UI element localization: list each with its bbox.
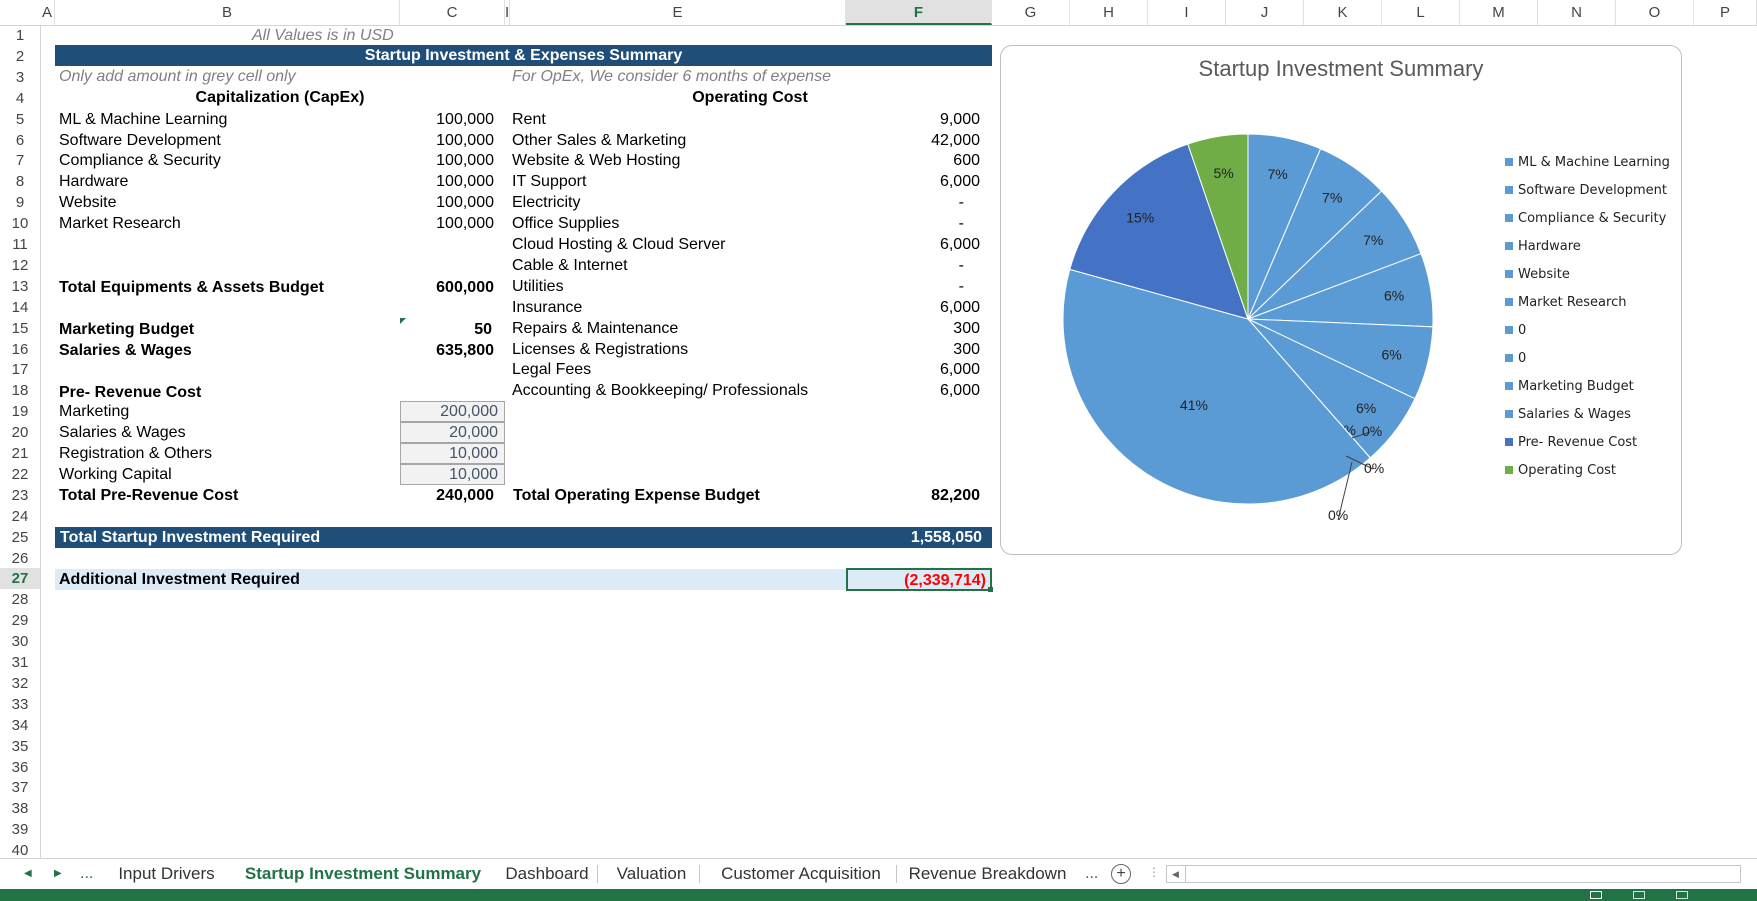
legend-item[interactable]: Hardware: [1505, 237, 1581, 257]
horizontal-scrollbar[interactable]: ◀: [1166, 865, 1741, 883]
page-layout-icon[interactable]: [1633, 891, 1645, 899]
legend-swatch: [1505, 241, 1513, 250]
sheet-tab[interactable]: Customer Acquisition: [706, 859, 896, 889]
legend-label: Operating Cost: [1518, 463, 1617, 478]
pie-data-label: 6%: [1356, 400, 1376, 416]
pie-data-label: 41%: [1180, 397, 1208, 413]
legend-swatch: [1505, 213, 1513, 222]
pie-data-label: 6%: [1382, 347, 1402, 363]
legend-label: Pre- Revenue Cost: [1518, 435, 1638, 450]
splitter-handle-icon[interactable]: ⋮: [1148, 865, 1160, 879]
add-sheet-icon[interactable]: +: [1111, 864, 1131, 884]
pie-zero-label: 0%: [1362, 423, 1382, 439]
legend-label: ML & Machine Learning: [1518, 155, 1670, 170]
legend-label: Website: [1518, 267, 1570, 282]
page-break-icon[interactable]: [1676, 891, 1688, 899]
legend-swatch: [1505, 437, 1513, 446]
legend-label: 0: [1518, 351, 1527, 366]
legend-swatch: [1505, 297, 1513, 306]
pie-data-label: 7%: [1322, 189, 1342, 205]
legend-swatch: [1505, 269, 1513, 278]
sheet-tab[interactable]: Valuation: [604, 859, 699, 889]
legend-label: Software Development: [1518, 183, 1667, 198]
legend-swatch: [1505, 381, 1513, 390]
legend-item[interactable]: Website: [1505, 265, 1570, 285]
sheet-tab-bar: ◀ ▶ ... Input Drivers Startup Investment …: [0, 858, 1757, 892]
tab-prev-icon[interactable]: ◀: [24, 859, 32, 889]
legend-label: Salaries & Wages: [1518, 407, 1631, 422]
tab-divider: [597, 865, 598, 883]
sheet-tab[interactable]: Dashboard: [497, 859, 597, 889]
legend-swatch: [1505, 325, 1513, 334]
pie-data-label: 7%: [1363, 232, 1383, 248]
legend-item[interactable]: Pre- Revenue Cost: [1505, 433, 1637, 453]
legend-item[interactable]: Operating Cost: [1505, 461, 1616, 481]
pie-data-label: 15%: [1126, 210, 1154, 226]
pie-data-label: 5%: [1213, 165, 1233, 181]
legend-item[interactable]: Salaries & Wages: [1505, 405, 1631, 425]
sheet-tab[interactable]: Input Drivers: [104, 859, 229, 889]
legend-swatch: [1505, 353, 1513, 362]
tab-next-icon[interactable]: ▶: [54, 859, 62, 889]
legend-item[interactable]: Market Research: [1505, 293, 1626, 313]
scroll-divider: [1185, 866, 1186, 882]
legend-label: Marketing Budget: [1518, 379, 1634, 394]
legend-item[interactable]: 0: [1505, 349, 1526, 369]
tab-divider: [699, 865, 700, 883]
tab-divider: [896, 865, 897, 883]
legend-item[interactable]: ML & Machine Learning: [1505, 153, 1670, 173]
pie-zero-label: 0%: [1328, 507, 1348, 523]
legend-label: Market Research: [1518, 295, 1627, 310]
legend-label: Compliance & Security: [1518, 211, 1667, 226]
legend-label: Hardware: [1518, 239, 1581, 254]
legend-swatch: [1505, 157, 1513, 166]
tab-more-left[interactable]: ...: [80, 859, 93, 889]
legend-swatch: [1505, 185, 1513, 194]
legend-swatch: [1505, 465, 1513, 474]
sheet-tab[interactable]: Revenue Breakdown: [900, 859, 1075, 889]
pie-chart[interactable]: 7%7%7%6%6%6%0%41%15%5%0%0%0%: [0, 0, 1757, 901]
normal-view-icon[interactable]: [1590, 891, 1602, 899]
legend-item[interactable]: Marketing Budget: [1505, 377, 1634, 397]
legend-item[interactable]: Compliance & Security: [1505, 209, 1666, 229]
legend-label: 0: [1518, 323, 1527, 338]
scroll-left-icon[interactable]: ◀: [1172, 866, 1179, 882]
pie-data-label: 7%: [1268, 166, 1288, 182]
legend-item[interactable]: 0: [1505, 321, 1526, 341]
sheet-tab[interactable]: Startup Investment Summary: [233, 859, 493, 892]
pie-data-label: 6%: [1384, 288, 1404, 304]
legend-item[interactable]: Software Development: [1505, 181, 1667, 201]
pie-zero-label: 0%: [1364, 460, 1384, 476]
status-bar: [0, 889, 1757, 901]
tab-more-right[interactable]: ...: [1085, 859, 1098, 889]
legend-swatch: [1505, 409, 1513, 418]
